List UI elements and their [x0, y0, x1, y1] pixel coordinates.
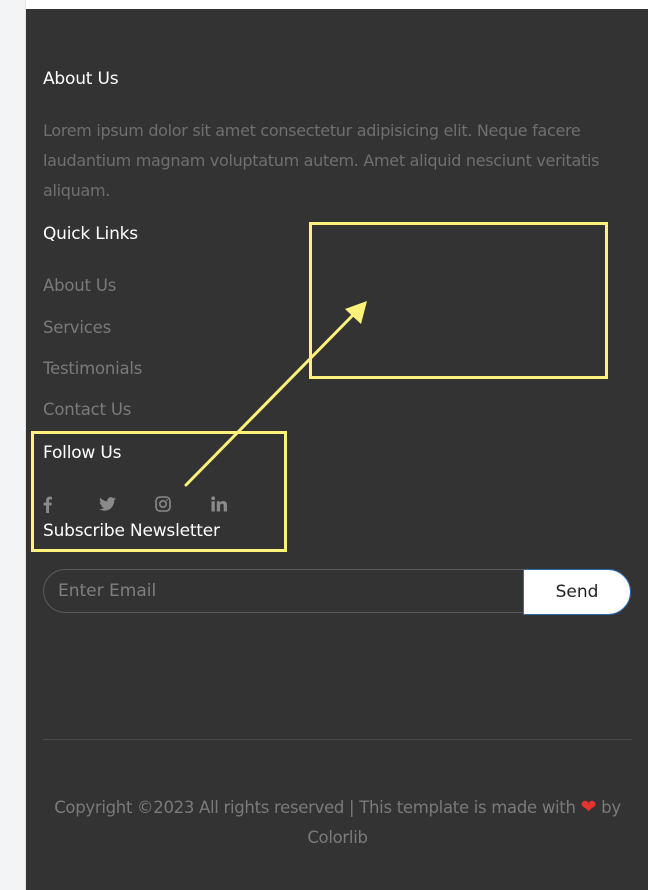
quick-link-services[interactable]: Services: [43, 317, 111, 339]
send-button[interactable]: Send: [523, 569, 631, 615]
instagram-icon[interactable]: [155, 493, 177, 515]
copyright-by: by: [601, 798, 621, 817]
footer-divider: [43, 739, 632, 740]
about-heading: About Us: [43, 69, 119, 89]
social-icons: [43, 493, 267, 515]
about-text: Lorem ipsum dolor sit amet consectetur a…: [43, 121, 600, 200]
email-input[interactable]: [43, 569, 543, 613]
heart-icon: ❤: [580, 796, 597, 818]
linkedin-icon[interactable]: [211, 493, 233, 515]
copyright-text: Copyright ©2023 All rights reserved | Th…: [54, 798, 576, 817]
facebook-icon[interactable]: [43, 493, 65, 515]
follow-heading: Follow Us: [43, 443, 122, 463]
page: About Us Lorem ipsum dolor sit amet cons…: [0, 0, 665, 890]
twitter-icon[interactable]: [99, 493, 121, 515]
newsletter-heading: Subscribe Newsletter: [43, 521, 220, 541]
copyright: Copyright ©2023 All rights reserved | Th…: [43, 792, 632, 853]
right-page-edge: [648, 0, 665, 890]
quick-link-testimonials[interactable]: Testimonials: [43, 358, 142, 380]
quick-link-contact[interactable]: Contact Us: [43, 399, 131, 421]
colorlib-link[interactable]: Colorlib: [307, 828, 368, 847]
top-content-edge: [26, 0, 648, 9]
quick-link-about[interactable]: About Us: [43, 275, 116, 297]
left-page-edge: [0, 0, 26, 890]
quick-links-heading: Quick Links: [43, 224, 138, 244]
